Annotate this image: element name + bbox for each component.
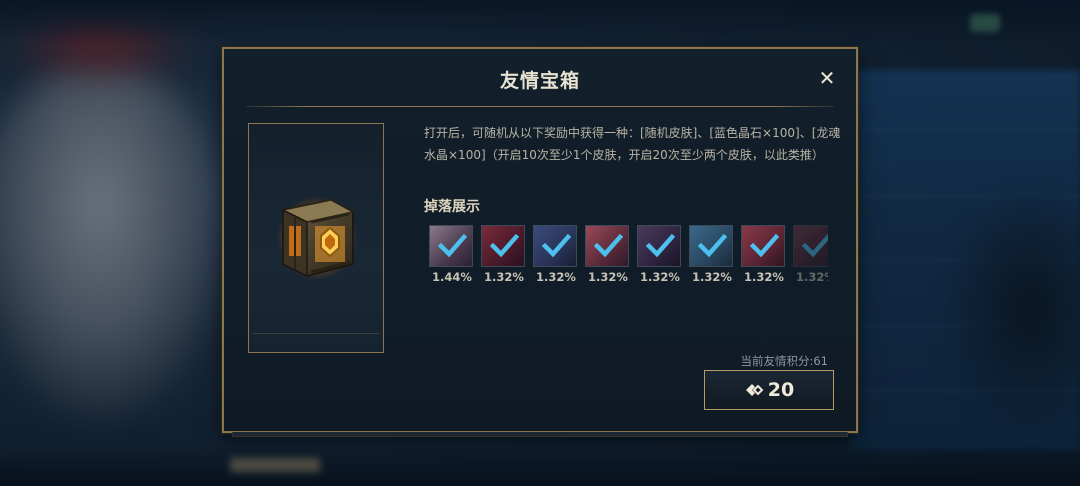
close-button[interactable]: ✕ [818, 66, 836, 90]
skin-thumbnail [533, 225, 577, 267]
drop-percent: 1.32% [536, 270, 576, 284]
checkmark-icon [645, 233, 676, 258]
skin-thumbnail [793, 225, 828, 267]
drop-item[interactable]: 1.44% [428, 225, 476, 287]
checkmark-icon [801, 233, 828, 258]
drop-percent: 1.32% [692, 270, 732, 284]
drop-display-title: 掉落展示 [424, 199, 480, 215]
drop-percent: 1.32% [744, 270, 784, 284]
close-icon: ✕ [818, 66, 836, 90]
drop-list[interactable]: 1.44% 1.32% 1.32% 1.32% 1.32% 1.32% 1.32… [428, 225, 828, 291]
drop-percent: 1.32% [588, 270, 628, 284]
checkmark-icon [437, 233, 468, 258]
drop-item[interactable]: 1.32% [480, 225, 528, 287]
checkmark-icon [541, 233, 572, 258]
checkmark-icon [489, 233, 520, 258]
dialog-title: 友情宝箱 [499, 70, 580, 92]
title-divider [246, 106, 834, 107]
friendship-points-label: 当前友情积分:61 [740, 354, 828, 368]
friendship-points-icon [745, 384, 764, 396]
skin-thumbnail [429, 225, 473, 267]
skin-thumbnail [585, 225, 629, 267]
drop-percent: 1.32% [484, 270, 524, 284]
skin-thumbnail [637, 225, 681, 267]
checkmark-icon [697, 233, 728, 258]
game-screen: 友情宝箱 ✕ 打开后，可随机从以下奖励中获得一种：[随机皮肤]、[蓝色晶石×10… [0, 0, 1080, 486]
drop-item[interactable]: 1.32% [532, 225, 580, 287]
price-value: 20 [767, 379, 795, 401]
checkmark-icon [749, 233, 780, 258]
chest-preview-frame [248, 123, 384, 353]
drop-item[interactable]: 1.32% [740, 225, 788, 287]
drop-item[interactable]: 1.32% [636, 225, 684, 287]
drop-item[interactable]: 1.32% [584, 225, 632, 287]
drop-item[interactable]: 1.32% [792, 225, 828, 287]
drop-percent: 1.32% [796, 270, 828, 284]
skin-thumbnail [689, 225, 733, 267]
drop-percent: 1.44% [432, 270, 472, 284]
drop-percent: 1.32% [640, 270, 680, 284]
chest-description: 打开后，可随机从以下奖励中获得一种：[随机皮肤]、[蓝色晶石×100]、[龙魂水… [424, 126, 841, 162]
checkmark-icon [593, 233, 624, 258]
skin-thumbnail [741, 225, 785, 267]
drop-item[interactable]: 1.32% [688, 225, 736, 287]
open-chest-button[interactable]: 20 [704, 370, 834, 410]
treasure-chest-icon [277, 196, 357, 280]
friendship-chest-dialog: 友情宝箱 ✕ 打开后，可随机从以下奖励中获得一种：[随机皮肤]、[蓝色晶石×10… [222, 47, 858, 437]
skin-thumbnail [481, 225, 525, 267]
